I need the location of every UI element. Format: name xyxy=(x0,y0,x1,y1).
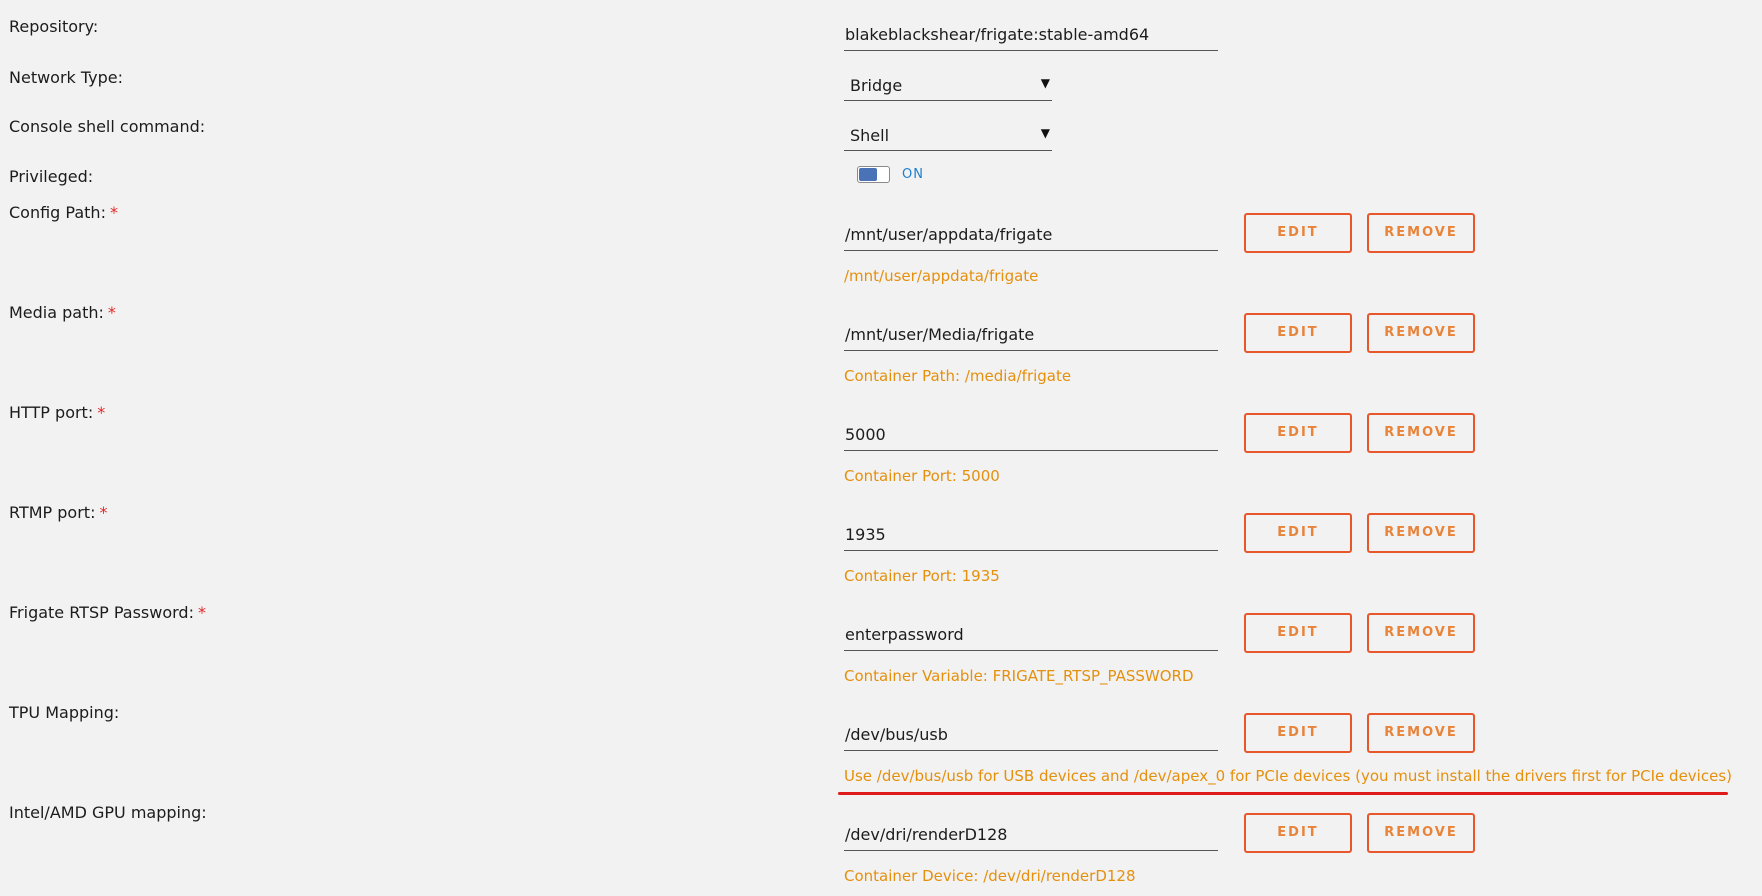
rtmp-port-input[interactable]: 1935 xyxy=(844,518,1218,551)
media-path-hint: Container Path: /media/frigate xyxy=(844,367,1072,385)
config-path-input[interactable]: /mnt/user/appdata/frigate xyxy=(844,218,1218,251)
media-path-input[interactable]: /mnt/user/Media/frigate xyxy=(844,318,1218,351)
required-marker: * xyxy=(99,503,108,522)
dropdown-arrow-icon: ▼ xyxy=(1040,126,1050,140)
config-path-edit-button[interactable]: EDIT xyxy=(1244,213,1352,253)
rtmp-port-label: RTMP port: * xyxy=(9,503,108,522)
config-path-remove-button[interactable]: REMOVE xyxy=(1367,213,1475,253)
config-path-value: /mnt/user/appdata/frigate xyxy=(845,225,1053,244)
http-port-edit-button[interactable]: EDIT xyxy=(1244,413,1352,453)
tpu-mapping-value: /dev/bus/usb xyxy=(845,725,948,744)
console-shell-value: Shell xyxy=(850,126,890,145)
rtmp-port-hint: Container Port: 1935 xyxy=(844,567,1000,585)
rtmp-port-remove-button[interactable]: REMOVE xyxy=(1367,513,1475,553)
console-shell-select[interactable]: Shell ▼ xyxy=(844,118,1052,151)
config-path-hint: /mnt/user/appdata/frigate xyxy=(844,267,1039,285)
required-marker: * xyxy=(107,303,116,322)
tpu-mapping-edit-button[interactable]: EDIT xyxy=(1244,713,1352,753)
rtsp-password-edit-button[interactable]: EDIT xyxy=(1244,613,1352,653)
media-path-label: Media path: * xyxy=(9,303,116,322)
tpu-mapping-remove-button[interactable]: REMOVE xyxy=(1367,713,1475,753)
required-marker: * xyxy=(97,403,106,422)
http-port-value: 5000 xyxy=(845,425,886,444)
red-annotation-underline xyxy=(838,792,1728,795)
repository-input[interactable]: blakeblackshear/frigate:stable-amd64 xyxy=(844,18,1218,51)
required-marker: * xyxy=(197,603,206,622)
network-type-label: Network Type: xyxy=(9,68,124,87)
toggle-knob xyxy=(859,168,877,181)
network-type-select[interactable]: Bridge ▼ xyxy=(844,68,1052,101)
tpu-mapping-input[interactable]: /dev/bus/usb xyxy=(844,718,1218,751)
console-shell-label: Console shell command: xyxy=(9,117,206,136)
media-path-edit-button[interactable]: EDIT xyxy=(1244,313,1352,353)
gpu-mapping-hint: Container Device: /dev/dri/renderD128 xyxy=(844,867,1136,885)
repository-label: Repository: xyxy=(9,17,99,36)
dropdown-arrow-icon: ▼ xyxy=(1040,76,1050,90)
rtmp-port-value: 1935 xyxy=(845,525,886,544)
http-port-label: HTTP port: * xyxy=(9,403,106,422)
media-path-value: /mnt/user/Media/frigate xyxy=(845,325,1035,344)
privileged-toggle[interactable] xyxy=(857,166,890,183)
privileged-state: ON xyxy=(902,167,924,182)
rtsp-password-hint: Container Variable: FRIGATE_RTSP_PASSWOR… xyxy=(844,667,1194,685)
repository-value: blakeblackshear/frigate:stable-amd64 xyxy=(845,25,1150,44)
network-type-value: Bridge xyxy=(850,76,903,95)
gpu-mapping-remove-button[interactable]: REMOVE xyxy=(1367,813,1475,853)
rtsp-password-remove-button[interactable]: REMOVE xyxy=(1367,613,1475,653)
privileged-label: Privileged: xyxy=(9,167,94,186)
http-port-input[interactable]: 5000 xyxy=(844,418,1218,451)
gpu-mapping-edit-button[interactable]: EDIT xyxy=(1244,813,1352,853)
gpu-mapping-label: Intel/AMD GPU mapping: xyxy=(9,803,207,822)
rtsp-password-value: enterpassword xyxy=(845,625,964,644)
rtmp-port-edit-button[interactable]: EDIT xyxy=(1244,513,1352,553)
config-path-label: Config Path: * xyxy=(9,203,118,222)
tpu-mapping-label: TPU Mapping: xyxy=(9,703,120,722)
http-port-remove-button[interactable]: REMOVE xyxy=(1367,413,1475,453)
gpu-mapping-input[interactable]: /dev/dri/renderD128 xyxy=(844,818,1218,851)
http-port-hint: Container Port: 5000 xyxy=(844,467,1000,485)
tpu-mapping-hint: Use /dev/bus/usb for USB devices and /de… xyxy=(844,767,1732,785)
media-path-remove-button[interactable]: REMOVE xyxy=(1367,313,1475,353)
rtsp-password-input[interactable]: enterpassword xyxy=(844,618,1218,651)
required-marker: * xyxy=(109,203,118,222)
rtsp-password-label: Frigate RTSP Password: * xyxy=(9,603,206,622)
gpu-mapping-value: /dev/dri/renderD128 xyxy=(845,825,1008,844)
